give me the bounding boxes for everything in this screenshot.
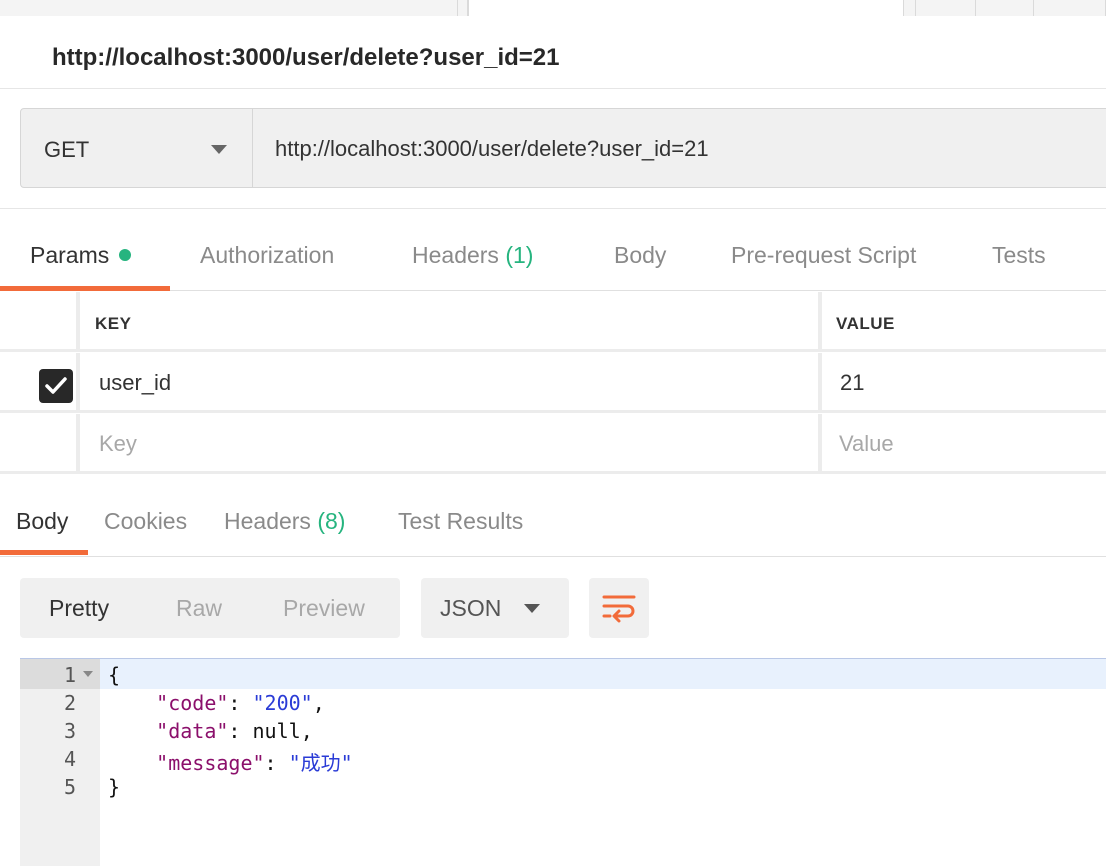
tab-label: Body xyxy=(614,242,667,268)
request-tab-active[interactable] xyxy=(468,0,904,16)
tab-pre-request-script[interactable]: Pre-request Script xyxy=(731,242,916,269)
format-select[interactable]: JSON xyxy=(421,578,569,638)
tab-count: (8) xyxy=(317,508,346,534)
table-cell[interactable]: Value xyxy=(826,414,1106,471)
tab-label: Authorization xyxy=(200,242,335,268)
url-input[interactable]: http://localhost:3000/user/delete?user_i… xyxy=(275,136,709,162)
table-header-cell: KEY xyxy=(84,292,822,349)
top-tab-strip xyxy=(0,0,1106,16)
raw-button[interactable]: Raw xyxy=(176,595,222,622)
tab-label: Test Results xyxy=(398,508,524,534)
tab-divider xyxy=(458,0,468,16)
status-dot-icon xyxy=(119,249,132,261)
response-tabs: Body Cookies Headers (8) Test Results xyxy=(0,496,1106,558)
tab-response-body[interactable]: Body xyxy=(16,508,68,535)
line-number: 4 xyxy=(63,747,76,771)
code-line: "code": "200", xyxy=(156,691,325,715)
json-key: "data" xyxy=(156,719,229,743)
checkmark-icon xyxy=(45,377,67,394)
table-row: user_id 21 xyxy=(0,353,1106,413)
active-tab-underline xyxy=(0,550,88,555)
table-cell[interactable]: user_id xyxy=(84,353,822,410)
request-tabs: Params Authorization Headers (1) Body Pr… xyxy=(0,230,1106,292)
json-string: "成功" xyxy=(288,751,353,775)
active-line-highlight xyxy=(100,659,1106,689)
divider xyxy=(0,556,1106,557)
method-select[interactable]: GET xyxy=(21,109,253,187)
line-number: 5 xyxy=(63,775,76,799)
tab-params[interactable]: Params xyxy=(30,242,132,269)
chevron-down-icon xyxy=(211,145,227,154)
table-header-row: KEY VALUE xyxy=(0,292,1106,352)
wrap-lines-icon xyxy=(602,595,636,623)
tab-test-results[interactable]: Test Results xyxy=(398,508,523,535)
request-title[interactable]: http://localhost:3000/user/delete?user_i… xyxy=(52,44,560,72)
tab-body[interactable]: Body xyxy=(614,242,666,269)
wrap-lines-button[interactable] xyxy=(589,578,649,638)
new-key-input[interactable]: Key xyxy=(99,431,137,457)
format-label: JSON xyxy=(440,595,502,621)
tab-button[interactable] xyxy=(916,0,976,16)
active-tab-underline xyxy=(0,286,170,291)
table-header-cell xyxy=(0,292,80,349)
tab-label: Pre-request Script xyxy=(731,242,917,268)
preview-button[interactable]: Preview xyxy=(283,595,365,622)
view-mode-group: Pretty Raw Preview xyxy=(20,578,400,638)
code-line: "message": "成功" xyxy=(156,751,353,775)
chevron-down-icon xyxy=(524,604,540,613)
code-line: "data": null, xyxy=(156,719,313,743)
new-value-input[interactable]: Value xyxy=(839,431,894,457)
pretty-button[interactable]: Pretty xyxy=(49,595,109,622)
param-value[interactable]: 21 xyxy=(840,370,864,396)
json-brace: } xyxy=(108,775,121,799)
tab-label: Params xyxy=(30,242,110,268)
param-enabled-checkbox[interactable] xyxy=(39,369,73,403)
response-editor[interactable]: 1 2 3 4 5 { "code": "200", "data": null,… xyxy=(20,658,1106,866)
json-key: "code" xyxy=(156,691,229,715)
table-header-cell: VALUE xyxy=(826,292,1106,349)
table-cell xyxy=(0,414,80,471)
tab-label: Tests xyxy=(992,242,1046,268)
column-header-value: VALUE xyxy=(836,314,895,333)
code-line: { xyxy=(108,663,120,687)
request-tab-inactive[interactable] xyxy=(0,0,458,16)
line-number: 3 xyxy=(63,719,76,743)
line-number: 2 xyxy=(63,691,76,715)
tab-authorization[interactable]: Authorization xyxy=(200,242,334,269)
fold-arrow-icon[interactable] xyxy=(83,671,93,677)
tab-count: (1) xyxy=(505,242,534,268)
divider xyxy=(0,88,1106,89)
table-cell xyxy=(0,353,80,410)
tab-label: Cookies xyxy=(104,508,188,534)
json-null: null xyxy=(252,719,301,743)
url-bar: GET http://localhost:3000/user/delete?us… xyxy=(20,108,1106,188)
line-number: 1 xyxy=(63,663,76,687)
method-label: GET xyxy=(44,137,90,162)
params-table: KEY VALUE user_id 21 Key Value xyxy=(0,292,1106,474)
tab-button[interactable] xyxy=(1034,0,1106,16)
tab-label: Headers xyxy=(412,242,499,268)
divider xyxy=(0,208,1106,209)
table-row-new: Key Value xyxy=(0,414,1106,474)
table-cell[interactable]: 21 xyxy=(826,353,1106,410)
column-header-key: KEY xyxy=(95,314,132,333)
code-line: } xyxy=(108,775,120,799)
json-string: "200" xyxy=(252,691,313,715)
tab-label: Body xyxy=(16,508,69,534)
tab-label: Headers xyxy=(224,508,311,534)
param-key[interactable]: user_id xyxy=(99,370,171,396)
tab-response-headers[interactable]: Headers (8) xyxy=(224,508,345,535)
tab-cookies[interactable]: Cookies xyxy=(104,508,187,535)
tab-tests[interactable]: Tests xyxy=(992,242,1046,269)
tab-divider xyxy=(904,0,916,16)
json-key: "message" xyxy=(156,751,265,775)
table-cell[interactable]: Key xyxy=(84,414,822,471)
json-brace: { xyxy=(108,663,121,687)
tab-button[interactable] xyxy=(976,0,1034,16)
tab-headers[interactable]: Headers (1) xyxy=(412,242,533,269)
